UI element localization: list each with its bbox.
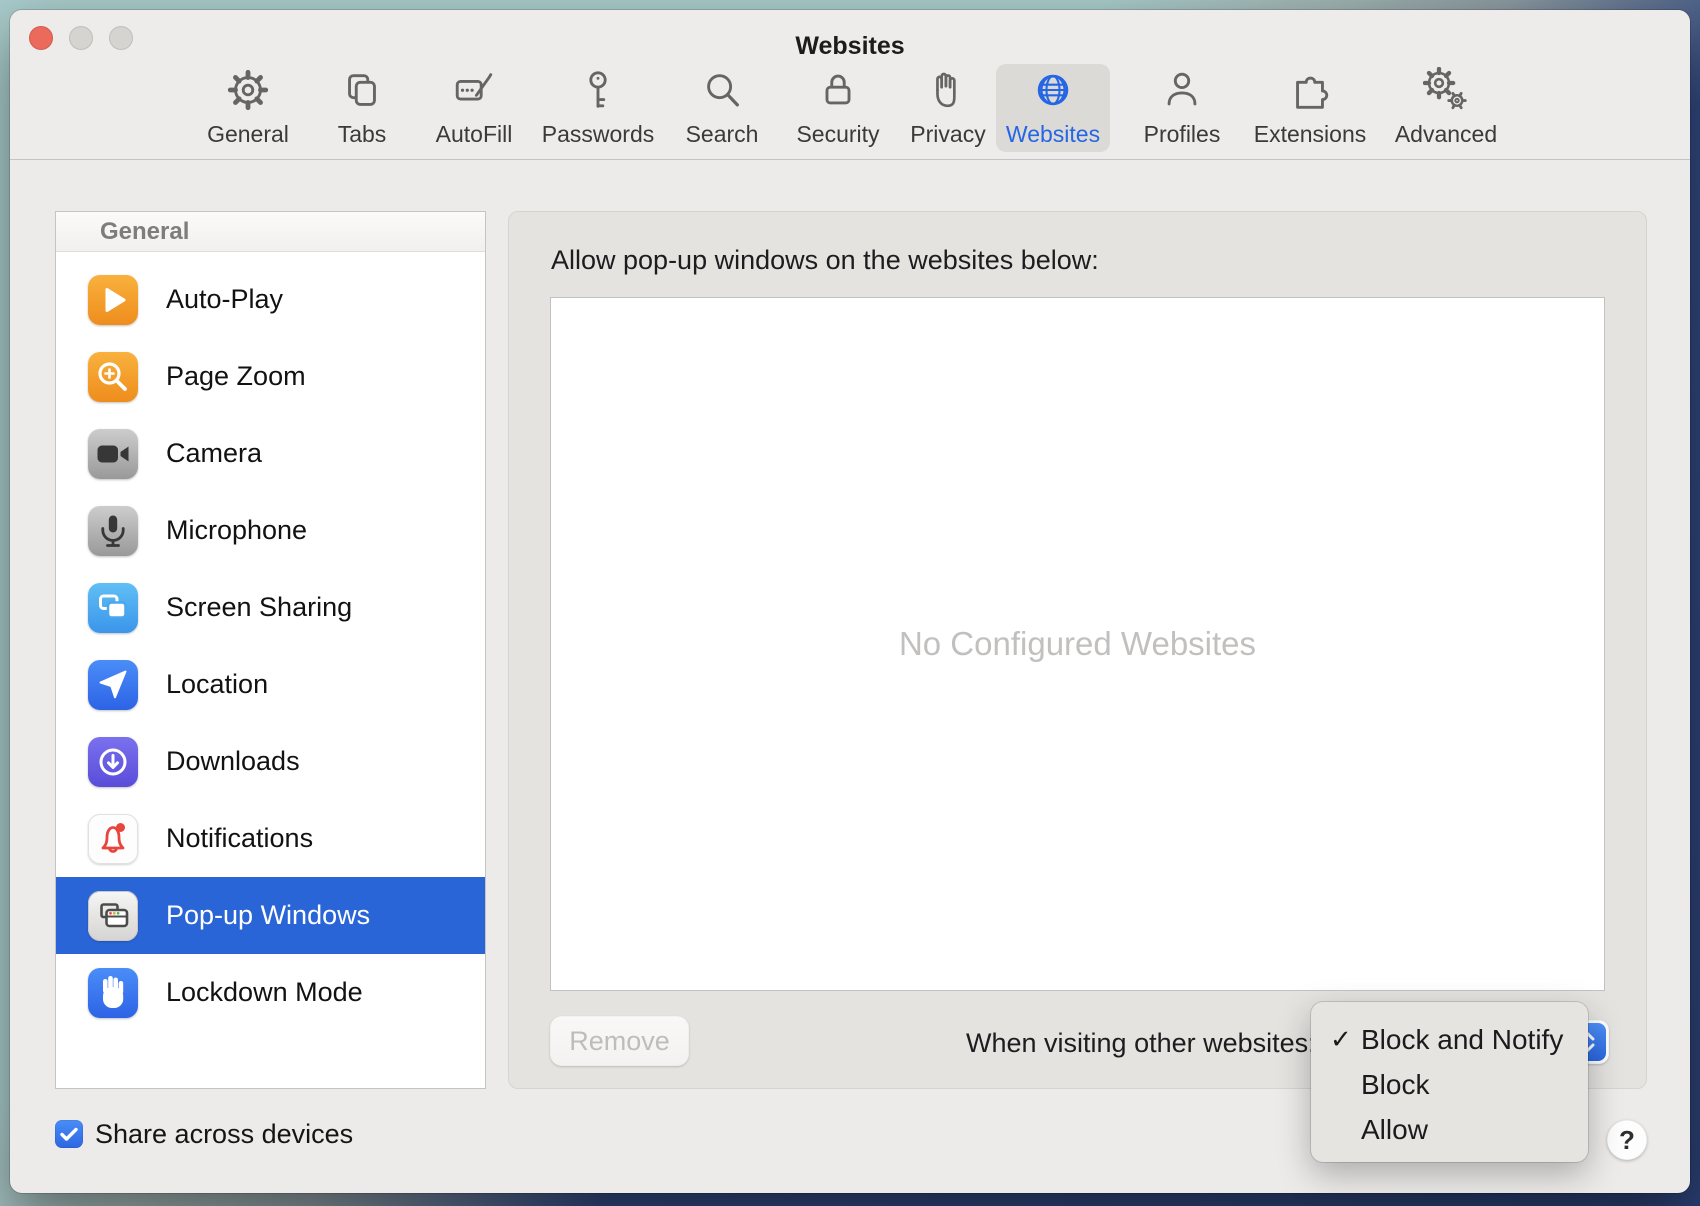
toolbar: Websites General Tabs AutoFill — [10, 10, 1690, 160]
tab-passwords[interactable]: Passwords — [533, 64, 663, 152]
sidebar: General Auto-Play Page Zoom — [55, 211, 486, 1089]
key-icon — [575, 67, 621, 118]
globe-icon — [1030, 67, 1076, 118]
tab-label: Search — [686, 123, 759, 152]
navigation-arrow-icon — [88, 660, 138, 710]
panel-heading: Allow pop-up windows on the websites bel… — [551, 245, 1099, 276]
share-across-devices-checkbox[interactable] — [55, 1120, 83, 1148]
tab-label: Profiles — [1144, 123, 1221, 152]
sidebar-item-notifications[interactable]: Notifications — [56, 800, 485, 877]
checkmark-icon: ✓ — [1330, 1024, 1358, 1055]
menu-item-block-and-notify[interactable]: ✓ Block and Notify — [1311, 1017, 1588, 1062]
sidebar-list: Auto-Play Page Zoom Camera — [56, 252, 485, 1031]
tab-label: AutoFill — [436, 123, 513, 152]
tab-label: Tabs — [338, 123, 387, 152]
sidebar-item-lockdown-mode[interactable]: Lockdown Mode — [56, 954, 485, 1031]
sidebar-item-pop-up-windows[interactable]: Pop-up Windows — [56, 877, 485, 954]
tab-extensions[interactable]: Extensions — [1245, 64, 1375, 152]
tab-autofill[interactable]: AutoFill — [409, 64, 539, 152]
autofill-pencil-icon — [451, 67, 497, 118]
sidebar-section-header: General — [56, 212, 485, 252]
sidebar-item-downloads[interactable]: Downloads — [56, 723, 485, 800]
popup-windows-icon — [88, 891, 138, 941]
configured-websites-list[interactable]: No Configured Websites — [550, 297, 1605, 991]
search-icon — [699, 67, 745, 118]
sidebar-item-screen-sharing[interactable]: Screen Sharing — [56, 569, 485, 646]
lock-icon — [815, 67, 861, 118]
tab-tabs[interactable]: Tabs — [297, 64, 427, 152]
bell-icon — [88, 814, 138, 864]
help-button[interactable]: ? — [1607, 1120, 1647, 1160]
tab-label: Privacy — [910, 123, 985, 152]
menu-item-allow[interactable]: Allow — [1311, 1107, 1588, 1152]
tab-search[interactable]: Search — [657, 64, 787, 152]
tab-label: General — [207, 123, 289, 152]
microphone-icon — [88, 506, 138, 556]
tab-label: Passwords — [542, 123, 654, 152]
desktop: Websites General Tabs AutoFill — [0, 0, 1700, 1206]
magnifier-plus-icon — [88, 352, 138, 402]
gear-icon — [225, 67, 271, 118]
tab-advanced[interactable]: Advanced — [1381, 64, 1511, 152]
check-icon — [55, 1120, 83, 1148]
when-visiting-label: When visiting other websites: — [966, 1025, 1316, 1061]
sidebar-item-auto-play[interactable]: Auto-Play — [56, 261, 485, 338]
tab-privacy[interactable]: Privacy — [883, 64, 1013, 152]
menu-item-block[interactable]: Block — [1311, 1062, 1588, 1107]
tab-label: Websites — [1006, 123, 1100, 152]
tab-label: Extensions — [1254, 123, 1367, 152]
popup-settings-panel: Allow pop-up windows on the websites bel… — [508, 211, 1647, 1089]
question-mark-icon: ? — [1619, 1125, 1635, 1156]
empty-list-placeholder: No Configured Websites — [551, 298, 1604, 990]
download-circle-icon — [88, 737, 138, 787]
share-across-devices-label: Share across devices — [95, 1119, 353, 1149]
gears-icon — [1423, 67, 1469, 118]
screens-icon — [88, 583, 138, 633]
raised-hand-icon — [88, 968, 138, 1018]
sidebar-item-microphone[interactable]: Microphone — [56, 492, 485, 569]
popup-menu: ✓ Block and Notify Block Allow — [1311, 1002, 1588, 1162]
play-icon — [88, 275, 138, 325]
hand-icon — [925, 67, 971, 118]
tab-profiles[interactable]: Profiles — [1117, 64, 1247, 152]
tab-label: Security — [796, 123, 879, 152]
tab-general[interactable]: General — [183, 64, 313, 152]
tab-websites[interactable]: Websites — [996, 64, 1110, 152]
puzzle-icon — [1287, 67, 1333, 118]
remove-button[interactable]: Remove — [550, 1016, 689, 1066]
tabs-icon — [339, 67, 385, 118]
video-camera-icon — [88, 429, 138, 479]
safari-settings-window: Websites General Tabs AutoFill — [10, 10, 1690, 1193]
person-icon — [1159, 67, 1205, 118]
sidebar-item-page-zoom[interactable]: Page Zoom — [56, 338, 485, 415]
window-title: Websites — [10, 32, 1690, 61]
sidebar-item-location[interactable]: Location — [56, 646, 485, 723]
tab-label: Advanced — [1395, 123, 1497, 152]
sidebar-item-camera[interactable]: Camera — [56, 415, 485, 492]
